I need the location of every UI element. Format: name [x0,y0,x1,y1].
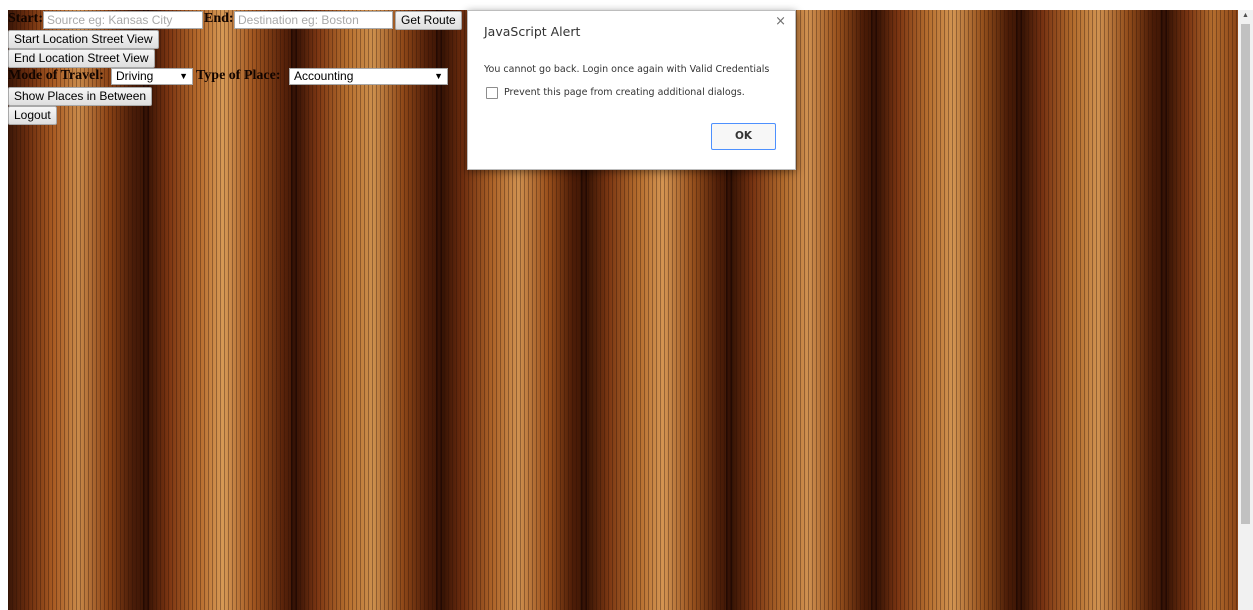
plank-seam [1016,10,1022,610]
start-label: Start: [8,11,43,26]
dialog-title: JavaScript Alert [484,24,581,39]
show-places-button[interactable]: Show Places in Between [8,87,153,106]
type-of-place-label: Type of Place: [196,68,281,83]
get-route-button[interactable]: Get Route [395,11,462,30]
dialog-message: You cannot go back. Login once again wit… [484,64,770,75]
mode-of-travel-label: Mode of Travel: [8,68,104,83]
end-street-view-button[interactable]: End Location Street View [8,49,155,68]
dropdown-arrow-icon: ▼ [179,71,188,81]
plank-seam [1161,10,1167,610]
ok-button[interactable]: OK [711,123,776,150]
plank-seam [871,10,877,610]
start-street-view-button[interactable]: Start Location Street View [8,30,159,49]
dropdown-arrow-icon: ▼ [434,71,443,81]
close-icon[interactable]: × [775,14,786,29]
end-location-input[interactable] [234,11,393,29]
javascript-alert-dialog: JavaScript Alert × You cannot go back. L… [467,10,796,170]
logout-button[interactable]: Logout [8,106,57,125]
browser-viewport: Start: End: Get Route Start Location Str… [0,0,1253,610]
plank-seam [291,10,297,610]
plank-seam [436,10,442,610]
type-of-place-select[interactable]: Accounting ▼ [289,68,448,85]
type-of-place-value: Accounting [294,69,354,83]
scrollbar-thumb[interactable] [1241,24,1250,524]
prevent-dialogs-label[interactable]: Prevent this page from creating addition… [504,87,745,98]
end-label: End: [204,11,234,26]
prevent-dialogs-checkbox[interactable] [486,87,498,99]
scroll-up-arrow-icon[interactable]: ▲ [1238,10,1253,22]
mode-of-travel-value: Driving [116,69,154,83]
mode-of-travel-select[interactable]: Driving ▼ [111,68,193,85]
start-location-input[interactable] [43,11,203,29]
vertical-scrollbar[interactable]: ▲ [1238,10,1253,610]
